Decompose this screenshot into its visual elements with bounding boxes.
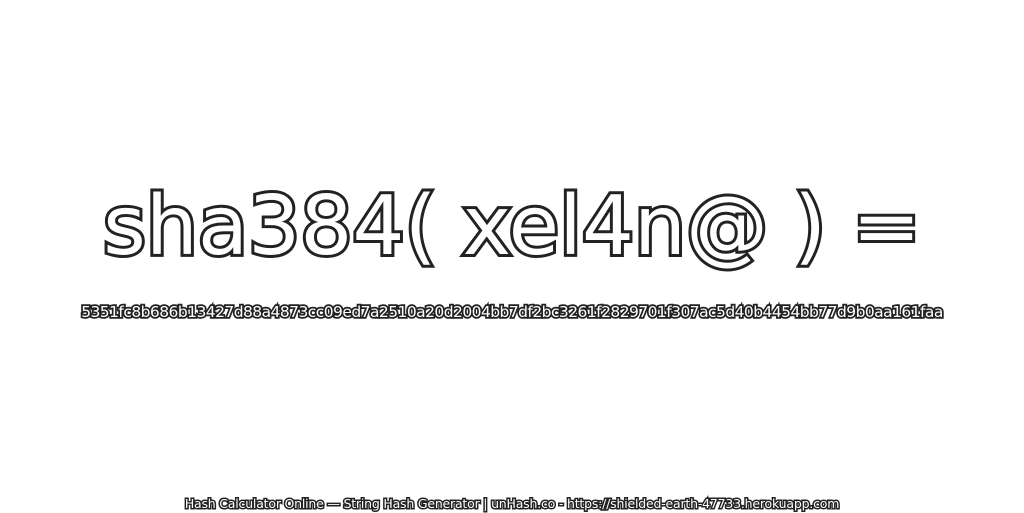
site-footer-credit: Hash Calculator Online — String Hash Gen… (183, 495, 841, 513)
hash-expression-heading: sha384( xel4n@ ) = (100, 176, 924, 277)
hash-result-value: 5351fc8b686b13427d88a4873cc09ed7a2510a20… (79, 301, 945, 323)
